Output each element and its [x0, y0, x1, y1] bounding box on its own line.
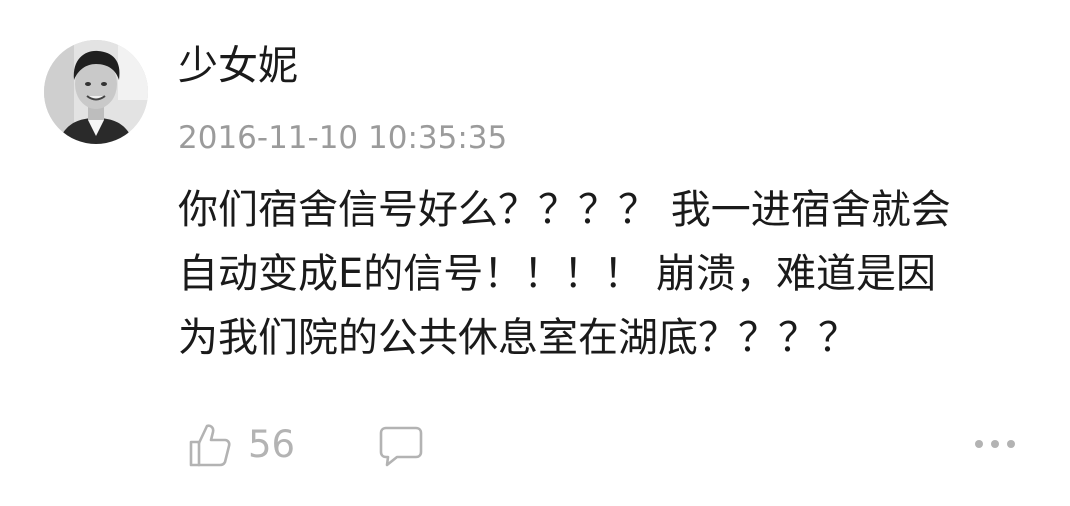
- comment-text-line: 自动变成E的信号！！！！ 崩溃，难道是因: [178, 251, 936, 297]
- comment-text-line: 你们宿舍信号好么？？？？ 我一进宿舍就会: [178, 187, 951, 233]
- comment-text-line: 为我们院的公共休息室在湖底？？？？: [178, 315, 858, 361]
- username[interactable]: 少女妮: [178, 40, 298, 92]
- avatar[interactable]: [44, 40, 148, 144]
- like-count: 56: [248, 423, 296, 466]
- thumbs-up-icon: [189, 424, 231, 467]
- timestamp: 2016-11-10 10:35:35: [178, 120, 508, 156]
- comment-text: 你们宿舍信号好么？？？？ 我一进宿舍就会 自动变成E的信号！！！！ 崩溃，难道是…: [178, 178, 1028, 370]
- more-dots-icon: [975, 440, 1015, 448]
- reply-button[interactable]: [378, 424, 424, 468]
- comment-card: 少女妮 2016-11-10 10:35:35 你们宿舍信号好么？？？？ 我一进…: [0, 0, 1070, 506]
- comment-bubble-icon: [379, 426, 423, 467]
- like-button[interactable]: 56: [188, 418, 295, 472]
- more-button[interactable]: [972, 430, 1018, 458]
- avatar-image: [44, 40, 148, 144]
